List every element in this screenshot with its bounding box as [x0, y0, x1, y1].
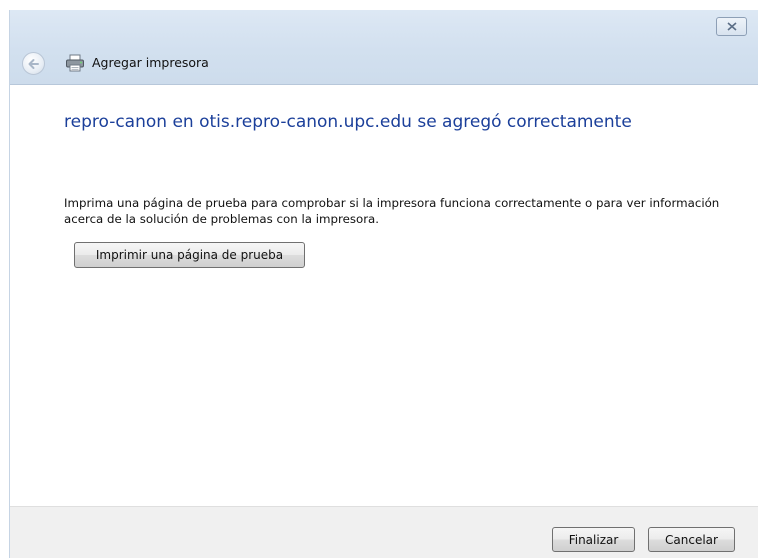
test-page-description: Imprima una página de prueba para compro…	[64, 196, 720, 226]
close-button[interactable]	[716, 17, 747, 36]
cancel-button[interactable]: Cancelar	[648, 527, 735, 552]
print-test-page-button[interactable]: Imprimir una página de prueba	[74, 242, 305, 268]
window-title: Agregar impresora	[92, 55, 209, 70]
success-heading: repro-canon en otis.repro-canon.upc.edu …	[64, 112, 632, 132]
printer-icon	[66, 54, 84, 72]
add-printer-dialog: Agregar impresora repro-canon en otis.re…	[9, 10, 758, 558]
title-bar: Agregar impresora	[10, 10, 758, 85]
finish-button[interactable]: Finalizar	[552, 527, 635, 552]
back-arrow-icon	[28, 58, 39, 69]
dialog-footer: Finalizar Cancelar	[10, 506, 758, 558]
close-icon	[726, 22, 737, 31]
back-button[interactable]	[22, 52, 45, 75]
